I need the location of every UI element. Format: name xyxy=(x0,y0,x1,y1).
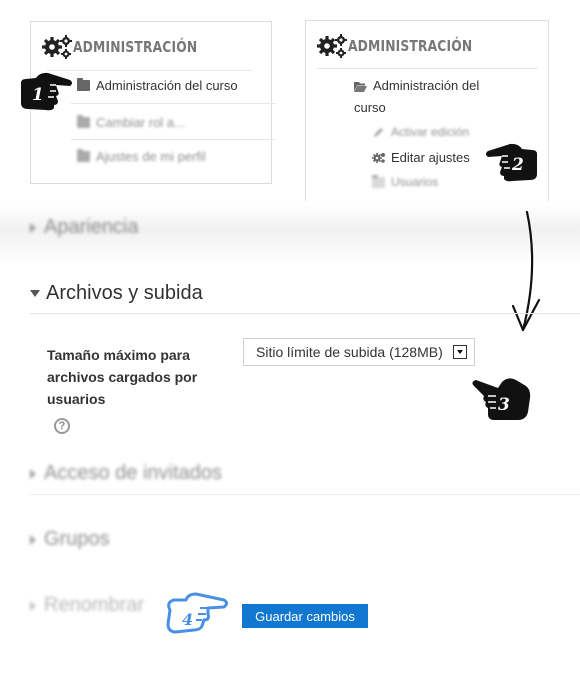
block-header: ADMINISTRACIÓN xyxy=(316,33,500,59)
section-guest-access-label: Acceso de invitados xyxy=(44,462,222,484)
menu-item-switch-role[interactable]: Cambiar rol a... xyxy=(77,115,185,130)
folder-icon xyxy=(77,115,90,128)
menu-item-label: Editar ajustes xyxy=(391,150,470,165)
menu-item-label: Activar edición xyxy=(391,125,470,139)
select-value: Sitio límite de subida (128MB) xyxy=(256,344,443,360)
step-number: 4 xyxy=(182,610,194,629)
gears-icon xyxy=(316,33,348,59)
menu-item-label: Administración del curso xyxy=(96,78,238,93)
divider xyxy=(30,494,580,495)
menu-item-label: Cambiar rol a... xyxy=(96,115,185,130)
section-rename-label: Renombrar xyxy=(44,594,145,616)
menu-item-label: Ajustes de mi perfil xyxy=(96,149,206,164)
section-files[interactable]: Archivos y subida xyxy=(30,282,203,305)
gears-icon xyxy=(41,34,73,60)
collapsed-triangle-icon xyxy=(30,468,36,479)
help-icon[interactable]: ? xyxy=(54,418,70,434)
max-upload-select[interactable]: Sitio límite de subida (128MB) xyxy=(243,338,475,366)
gear-icon xyxy=(372,152,385,163)
section-appearance-label: Apariencia xyxy=(44,216,139,238)
section-groups[interactable]: Grupos xyxy=(30,528,110,551)
step-number: 1 xyxy=(32,85,44,105)
max-upload-label: Tamaño máximo para archivos cargados por… xyxy=(47,347,198,407)
divider xyxy=(316,68,538,69)
section-guest-access[interactable]: Acceso de invitados xyxy=(30,462,222,485)
hand-pointer-1: 1 xyxy=(18,67,74,111)
menu-item-turn-editing-on[interactable]: Activar edición xyxy=(372,125,469,139)
menu-item-label: Administración del xyxy=(373,78,480,93)
divider xyxy=(30,313,580,314)
block-header: ADMINISTRACIÓN xyxy=(41,34,225,60)
curved-arrow-icon xyxy=(505,208,550,338)
folder-icon xyxy=(77,149,90,162)
folder-icon xyxy=(77,78,90,91)
menu-item-course-admin[interactable]: Administración del curso xyxy=(77,78,238,93)
divider xyxy=(71,103,276,104)
divider xyxy=(71,139,276,140)
section-groups-label: Grupos xyxy=(44,528,110,550)
section-appearance[interactable]: Apariencia xyxy=(30,216,139,239)
expanded-triangle-icon xyxy=(30,290,40,297)
hand-pointer-3: 3 xyxy=(468,372,534,424)
folder-open-icon xyxy=(354,80,367,92)
collapsed-triangle-icon xyxy=(30,600,36,611)
collapsed-triangle-icon xyxy=(30,534,36,545)
block-title: ADMINISTRACIÓN xyxy=(348,37,473,55)
step-number: 2 xyxy=(512,155,524,175)
menu-item-edit-settings[interactable]: Editar ajustes xyxy=(372,150,470,165)
divider xyxy=(47,70,252,71)
save-changes-button[interactable]: Guardar cambios xyxy=(242,604,368,628)
menu-item-course-admin[interactable]: Administración del xyxy=(354,78,479,93)
dropdown-arrow-icon xyxy=(453,345,467,359)
pencil-icon xyxy=(372,127,385,138)
menu-item-users[interactable]: Usuarios xyxy=(372,174,439,189)
collapsed-triangle-icon xyxy=(30,222,36,233)
menu-item-course-admin-wrap: curso xyxy=(354,100,386,115)
section-rename[interactable]: Renombrar xyxy=(30,594,144,617)
hand-pointer-2: 2 xyxy=(482,140,540,182)
section-files-label: Archivos y subida xyxy=(46,282,203,304)
menu-item-label-continued: curso xyxy=(354,100,386,115)
folder-icon xyxy=(372,174,385,188)
menu-item-profile-settings[interactable]: Ajustes de mi perfil xyxy=(77,149,206,164)
hand-pointer-4: 4 xyxy=(160,588,230,638)
step-number: 3 xyxy=(498,395,510,415)
block-title: ADMINISTRACIÓN xyxy=(73,38,198,56)
menu-item-label: Usuarios xyxy=(391,175,439,189)
